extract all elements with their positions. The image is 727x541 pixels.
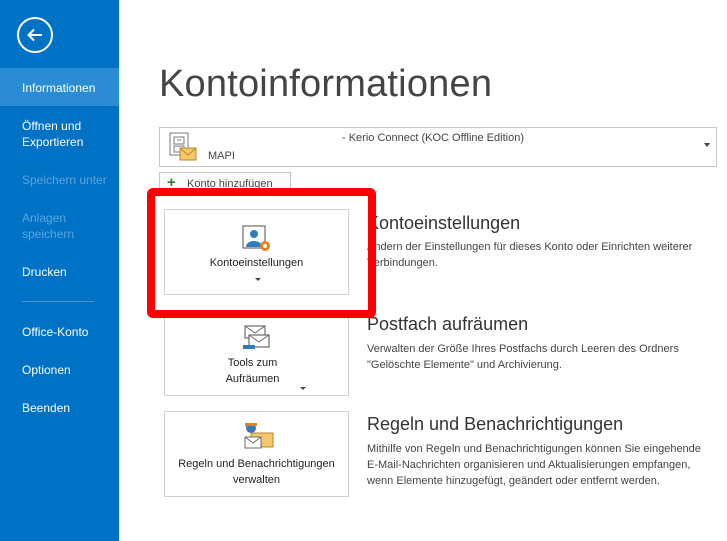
nav-oeffnen-exportieren-label: Öffnen und Exportieren — [22, 119, 84, 149]
rules-alerts-title: Regeln und Benachrichtigungen — [367, 414, 624, 434]
cleanup-tools-tile[interactable]: Tools zum Aufräumen — [164, 316, 349, 396]
rules-alerts-label: Regeln und Benachrichtigungen verwalten — [178, 458, 335, 486]
nav-office-konto[interactable]: Office-Konto — [0, 324, 119, 340]
nav-optionen[interactable]: Optionen — [0, 362, 119, 378]
backstage-sidebar: Informationen Öffnen und Exportieren Spe… — [0, 0, 119, 541]
nav-anlagen-speichern[interactable]: Anlagen speichern — [0, 210, 119, 242]
nav-divider — [22, 301, 94, 302]
rules-alerts-description: Mithilfe von Regeln und Benachrichtigung… — [367, 443, 701, 487]
cleanup-tools-icon — [243, 325, 270, 349]
mailbox-cleanup-title: Postfach aufräumen — [367, 314, 529, 334]
arrow-left-icon — [27, 28, 42, 42]
cleanup-tools-label-text: Tools zum Aufräumen — [225, 357, 280, 385]
rules-alerts-tile[interactable]: Regeln und Benachrichtigungen verwalten — [164, 411, 349, 497]
nav-drucken[interactable]: Drucken — [0, 264, 119, 280]
account-settings-description: Ändern der Einstellungen für dieses Kont… — [367, 241, 693, 269]
mail-account-icon — [169, 132, 197, 161]
mailbox-cleanup-description: Verwalten der Größe Ihres Postfachs durc… — [367, 343, 679, 371]
nav-informationen[interactable]: Informationen — [0, 68, 119, 106]
account-name: - Kerio Connect (KOC Offline Edition) — [342, 132, 524, 144]
account-settings-title: Kontoeinstellungen — [367, 213, 521, 233]
account-type: MAPI — [208, 150, 235, 162]
nav-oeffnen-exportieren[interactable]: Öffnen und Exportieren — [0, 118, 119, 150]
page-title: Kontoinformationen — [159, 63, 493, 105]
highlight-annotation — [147, 188, 376, 318]
rules-alerts-icon — [244, 423, 274, 449]
nav-speichern-unter[interactable]: Speichern unter — [0, 172, 119, 188]
chevron-down-icon — [299, 386, 306, 390]
nav-anlagen-speichern-label: Anlagen speichern — [22, 211, 75, 241]
chevron-down-icon — [704, 143, 710, 147]
cleanup-tools-label: Tools zum Aufräumen — [165, 355, 348, 390]
nav-beenden[interactable]: Beenden — [0, 400, 119, 416]
back-button[interactable] — [17, 17, 53, 53]
account-dropdown[interactable]: - Kerio Connect (KOC Offline Edition) MA… — [159, 127, 717, 167]
